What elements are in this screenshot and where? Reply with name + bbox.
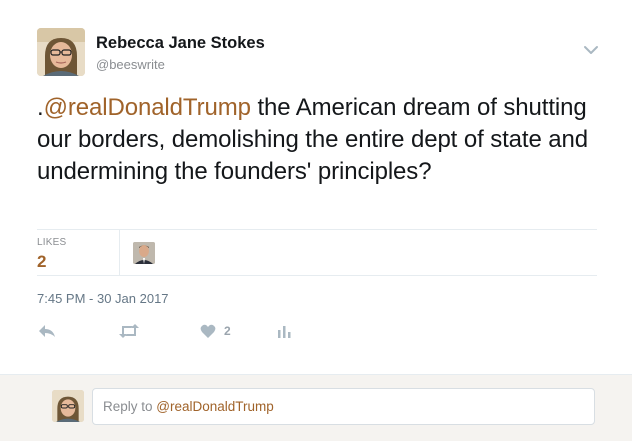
reply-placeholder-mention: @realDonaldTrump <box>156 399 274 414</box>
divider-top <box>37 229 597 230</box>
retweet-button[interactable] <box>118 322 140 340</box>
tweet-timestamp[interactable]: 7:45 PM - 30 Jan 2017 <box>37 291 169 306</box>
like-count: 2 <box>224 324 231 338</box>
likes-label: LIKES <box>37 237 67 248</box>
reply-bar: Reply to @realDonaldTrump <box>0 374 632 441</box>
tweet-text: .@realDonaldTrump the American dream of … <box>37 92 607 188</box>
author-name[interactable]: Rebecca Jane Stokes <box>96 34 265 53</box>
reply-button[interactable] <box>38 322 56 340</box>
mention-link[interactable]: @realDonaldTrump <box>44 94 251 121</box>
liker-avatar[interactable] <box>133 242 155 264</box>
reply-placeholder-prefix: Reply to <box>103 399 157 414</box>
reply-input[interactable]: Reply to @realDonaldTrump <box>92 388 595 425</box>
analytics-button[interactable] <box>277 322 291 340</box>
current-user-avatar <box>52 390 84 422</box>
tweet-prefix: . <box>37 94 44 121</box>
likes-count[interactable]: 2 <box>37 252 46 272</box>
heart-icon <box>200 324 216 338</box>
like-button[interactable]: 2 <box>200 322 231 340</box>
stats-separator <box>119 230 120 275</box>
retweet-icon <box>119 324 139 338</box>
author-avatar[interactable] <box>37 28 85 76</box>
tweet-card: Rebecca Jane Stokes @beeswrite .@realDon… <box>0 0 632 374</box>
divider-bottom <box>37 275 597 276</box>
analytics-icon <box>278 326 291 338</box>
chevron-down-icon[interactable] <box>583 43 599 57</box>
reply-icon <box>39 325 55 337</box>
author-handle[interactable]: @beeswrite <box>96 57 165 72</box>
